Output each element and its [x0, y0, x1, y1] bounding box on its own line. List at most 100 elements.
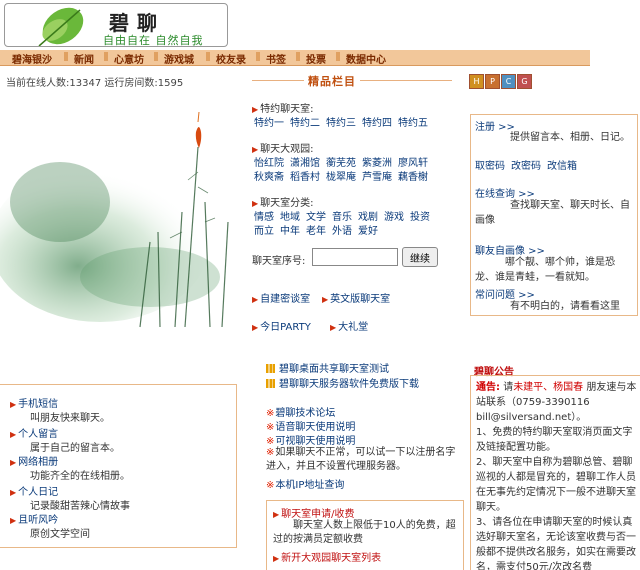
change-password-link[interactable]: 改密码 — [511, 161, 541, 172]
member-services-panel: 注册 >> 提供留言本、相册、日记。 取密码 改密码 改信箱 在线查询 >> 查找聊… — [470, 114, 638, 316]
diary-desc: 记录酸甜苦辣心情故事 — [30, 501, 130, 512]
category-link[interactable]: 爱好 — [358, 226, 378, 237]
server-download-link[interactable]: 碧聊聊天服务器软件免费版下载 — [266, 375, 419, 390]
continue-button[interactable]: 继续 — [402, 247, 438, 267]
voice-help-link[interactable]: ※语音聊天使用说明 — [266, 418, 355, 433]
room-number-input[interactable] — [312, 248, 398, 266]
bullet-icon: ▶ — [10, 516, 17, 525]
guestbook-desc: 属于自己的留言本。 — [30, 443, 120, 454]
nav-item-data-center[interactable]: 数据中心 — [346, 51, 386, 66]
category-link[interactable]: 投资 — [410, 212, 430, 223]
notice-box: 通告: 请未建平、杨国春 朋友速与本站联系（0759-3390116 bill@… — [470, 375, 640, 570]
logo[interactable]: 碧聊 自由自在 自然自我 — [4, 3, 228, 47]
bullet-icon: ▶ — [273, 510, 280, 519]
category-link[interactable]: 游戏 — [384, 212, 404, 223]
category-link[interactable]: 而立 — [254, 226, 274, 237]
nav-item-news[interactable]: 新闻 — [74, 51, 94, 66]
tile-c[interactable]: C — [501, 74, 516, 89]
video-help-link[interactable]: ※可视聊天使用说明 — [266, 432, 355, 447]
notice-lead: 通告: 请未建平、杨国春 朋友速与本站联系（0759-3390116 bill@… — [476, 382, 637, 423]
guestbook-link[interactable]: ▶ 个人留言 — [10, 425, 58, 440]
sms-link[interactable]: ▶ 手机短信 — [10, 395, 58, 410]
desktop-share-link[interactable]: 碧聊桌面共享聊天室测试 — [266, 360, 389, 375]
category-link[interactable]: 中年 — [280, 226, 300, 237]
special-room-link[interactable]: 特约五 — [398, 118, 428, 129]
diary-link[interactable]: ▶ 个人日记 — [10, 483, 58, 498]
party-link[interactable]: ▶ 今日PARTY — [252, 318, 311, 333]
tile-h[interactable]: H — [469, 74, 484, 89]
nav-item-bookmarks[interactable]: 书签 — [266, 51, 286, 66]
notice-item: 3、请各位在申请聊天室的时候认真选好聊天室名，无论该室收费与否一般都不提供改名服… — [476, 517, 636, 570]
tile-p[interactable]: P — [485, 74, 500, 89]
faq-desc: 有不明白的，请看看这里 — [510, 301, 620, 312]
leaf-logo-icon — [38, 7, 84, 46]
nav-item-biyinsha[interactable]: 碧海银沙 — [12, 51, 52, 66]
star-icon: ※ — [266, 480, 275, 491]
nav-separator — [154, 52, 158, 61]
tile-g[interactable]: G — [517, 74, 532, 89]
garden-heading: ▶ 聊天大观园: — [252, 144, 314, 155]
nav-item-games[interactable]: 游戏城 — [164, 51, 194, 66]
new-rooms-list-link[interactable]: ▶ 新开大观园聊天室列表 — [273, 549, 381, 564]
notice-item: 2、聊天室中自称为碧聊总管、碧聊巡视的人都是冒充的，碧聊工作人员在无事先约定情况… — [476, 457, 636, 513]
troubleshoot-note: ※如果聊天不正常，可以试一下以注册名字进入，并且不设置代理服务器。 — [266, 447, 456, 472]
bullet-icon: ▶ — [10, 400, 17, 409]
garden-link[interactable]: 秋爽斋 — [254, 172, 284, 183]
register-desc: 提供留言本、相册、日记。 — [510, 132, 630, 143]
literature-link[interactable]: ▶ 且听风吟 — [10, 511, 58, 526]
picks-title: 精品栏目 — [304, 73, 360, 89]
portrait-desc: 哪个靓、哪个帅，谁是恐龙、谁是青蛙，一看就知。 — [475, 257, 615, 283]
nav-item-vote[interactable]: 投票 — [306, 51, 326, 66]
notice-text: 通告: 请未建平、杨国春 朋友速与本站联系（0759-3390116 bill@… — [476, 380, 638, 570]
album-link[interactable]: ▶ 网络相册 — [10, 453, 58, 468]
album-desc: 功能齐全的在线相册。 — [30, 471, 130, 482]
garden-row: 秋爽斋 稻香村 栊翠庵 芦雪庵 藕香榭 — [254, 168, 434, 183]
room-number-label: 聊天室序号: — [252, 256, 306, 267]
english-room-link[interactable]: ▶ 英文版聊天室 — [322, 290, 390, 305]
bullet-icon: ▶ — [10, 458, 17, 467]
nav-separator — [256, 52, 260, 61]
special-room-link[interactable]: 特约三 — [326, 118, 356, 129]
garden-link[interactable]: 藕香榭 — [398, 172, 428, 183]
account-links: 取密码 改密码 改信箱 — [475, 159, 583, 174]
bullet-icon: ▶ — [252, 145, 259, 154]
bullet-icon: ▶ — [252, 199, 259, 208]
nav-separator — [336, 52, 340, 61]
garden-link[interactable]: 芦雪庵 — [362, 172, 392, 183]
left-services-box: ▶ 手机短信 叫朋友快来聊天。 ▶ 个人留言 属于自己的留言本。 ▶ 网络相册 功能齐… — [0, 384, 237, 548]
category-row: 而立 中年 老年 外语 爱好 — [254, 222, 384, 237]
nav-separator — [104, 52, 108, 61]
bullet-icon: ▶ — [252, 105, 259, 114]
category-heading: ▶ 聊天室分类: — [252, 198, 314, 209]
special-room-link[interactable]: 特约二 — [290, 118, 320, 129]
category-link[interactable]: 外语 — [332, 226, 352, 237]
private-room-link[interactable]: ▶ 自建密谈室 — [252, 290, 310, 305]
change-email-link[interactable]: 改信箱 — [547, 161, 577, 172]
special-rooms-heading: ▶ 特约聊天室: — [252, 104, 314, 115]
bullet-icon: ▶ — [252, 295, 259, 304]
category-row: 情感 地域 文学 音乐 戏剧 游戏 投资 — [254, 208, 436, 223]
nav-item-alumni[interactable]: 校友录 — [216, 51, 246, 66]
tech-forum-link[interactable]: ※碧聊技术论坛 — [266, 404, 335, 419]
bullet-icon: ▶ — [252, 323, 259, 332]
sms-desc: 叫朋友快来聊天。 — [30, 413, 110, 424]
logo-subtitle: 自由自在 自然自我 — [103, 34, 204, 47]
ip-lookup-link[interactable]: ※本机IP地址查询 — [266, 476, 344, 491]
online-status: 当前在线人数:13347 运行房间数:1595 — [6, 78, 184, 89]
category-link[interactable]: 老年 — [306, 226, 326, 237]
garden-link[interactable]: 栊翠庵 — [326, 172, 356, 183]
chat-apply-link[interactable]: ▶ 聊天室申请/收费 — [273, 505, 355, 520]
notice-item: 1、免费的特约聊天室取消页面文字及链接配置功能。 — [476, 427, 633, 453]
garden-link[interactable]: 稻香村 — [290, 172, 320, 183]
auditorium-link[interactable]: ▶ 大礼堂 — [330, 318, 368, 333]
nav-separator — [64, 52, 68, 61]
special-room-link[interactable]: 特约一 — [254, 118, 284, 129]
chat-apply-text: 聊天室人数上限低于10人的免费，超过的按满员定额收费 — [273, 520, 456, 545]
special-room-link[interactable]: 特约四 — [362, 118, 392, 129]
chat-apply-box: ▶ 聊天室申请/收费 聊天室人数上限低于10人的免费，超过的按满员定额收费 ▶ 新开… — [266, 500, 464, 570]
special-rooms-row: 特约一 特约二 特约三 特约四 特约五 — [254, 114, 434, 129]
get-password-link[interactable]: 取密码 — [475, 161, 505, 172]
nav-separator — [206, 52, 210, 61]
literature-desc: 原创文学空间 — [30, 529, 90, 540]
nav-item-xinyifang[interactable]: 心意坊 — [114, 51, 144, 66]
